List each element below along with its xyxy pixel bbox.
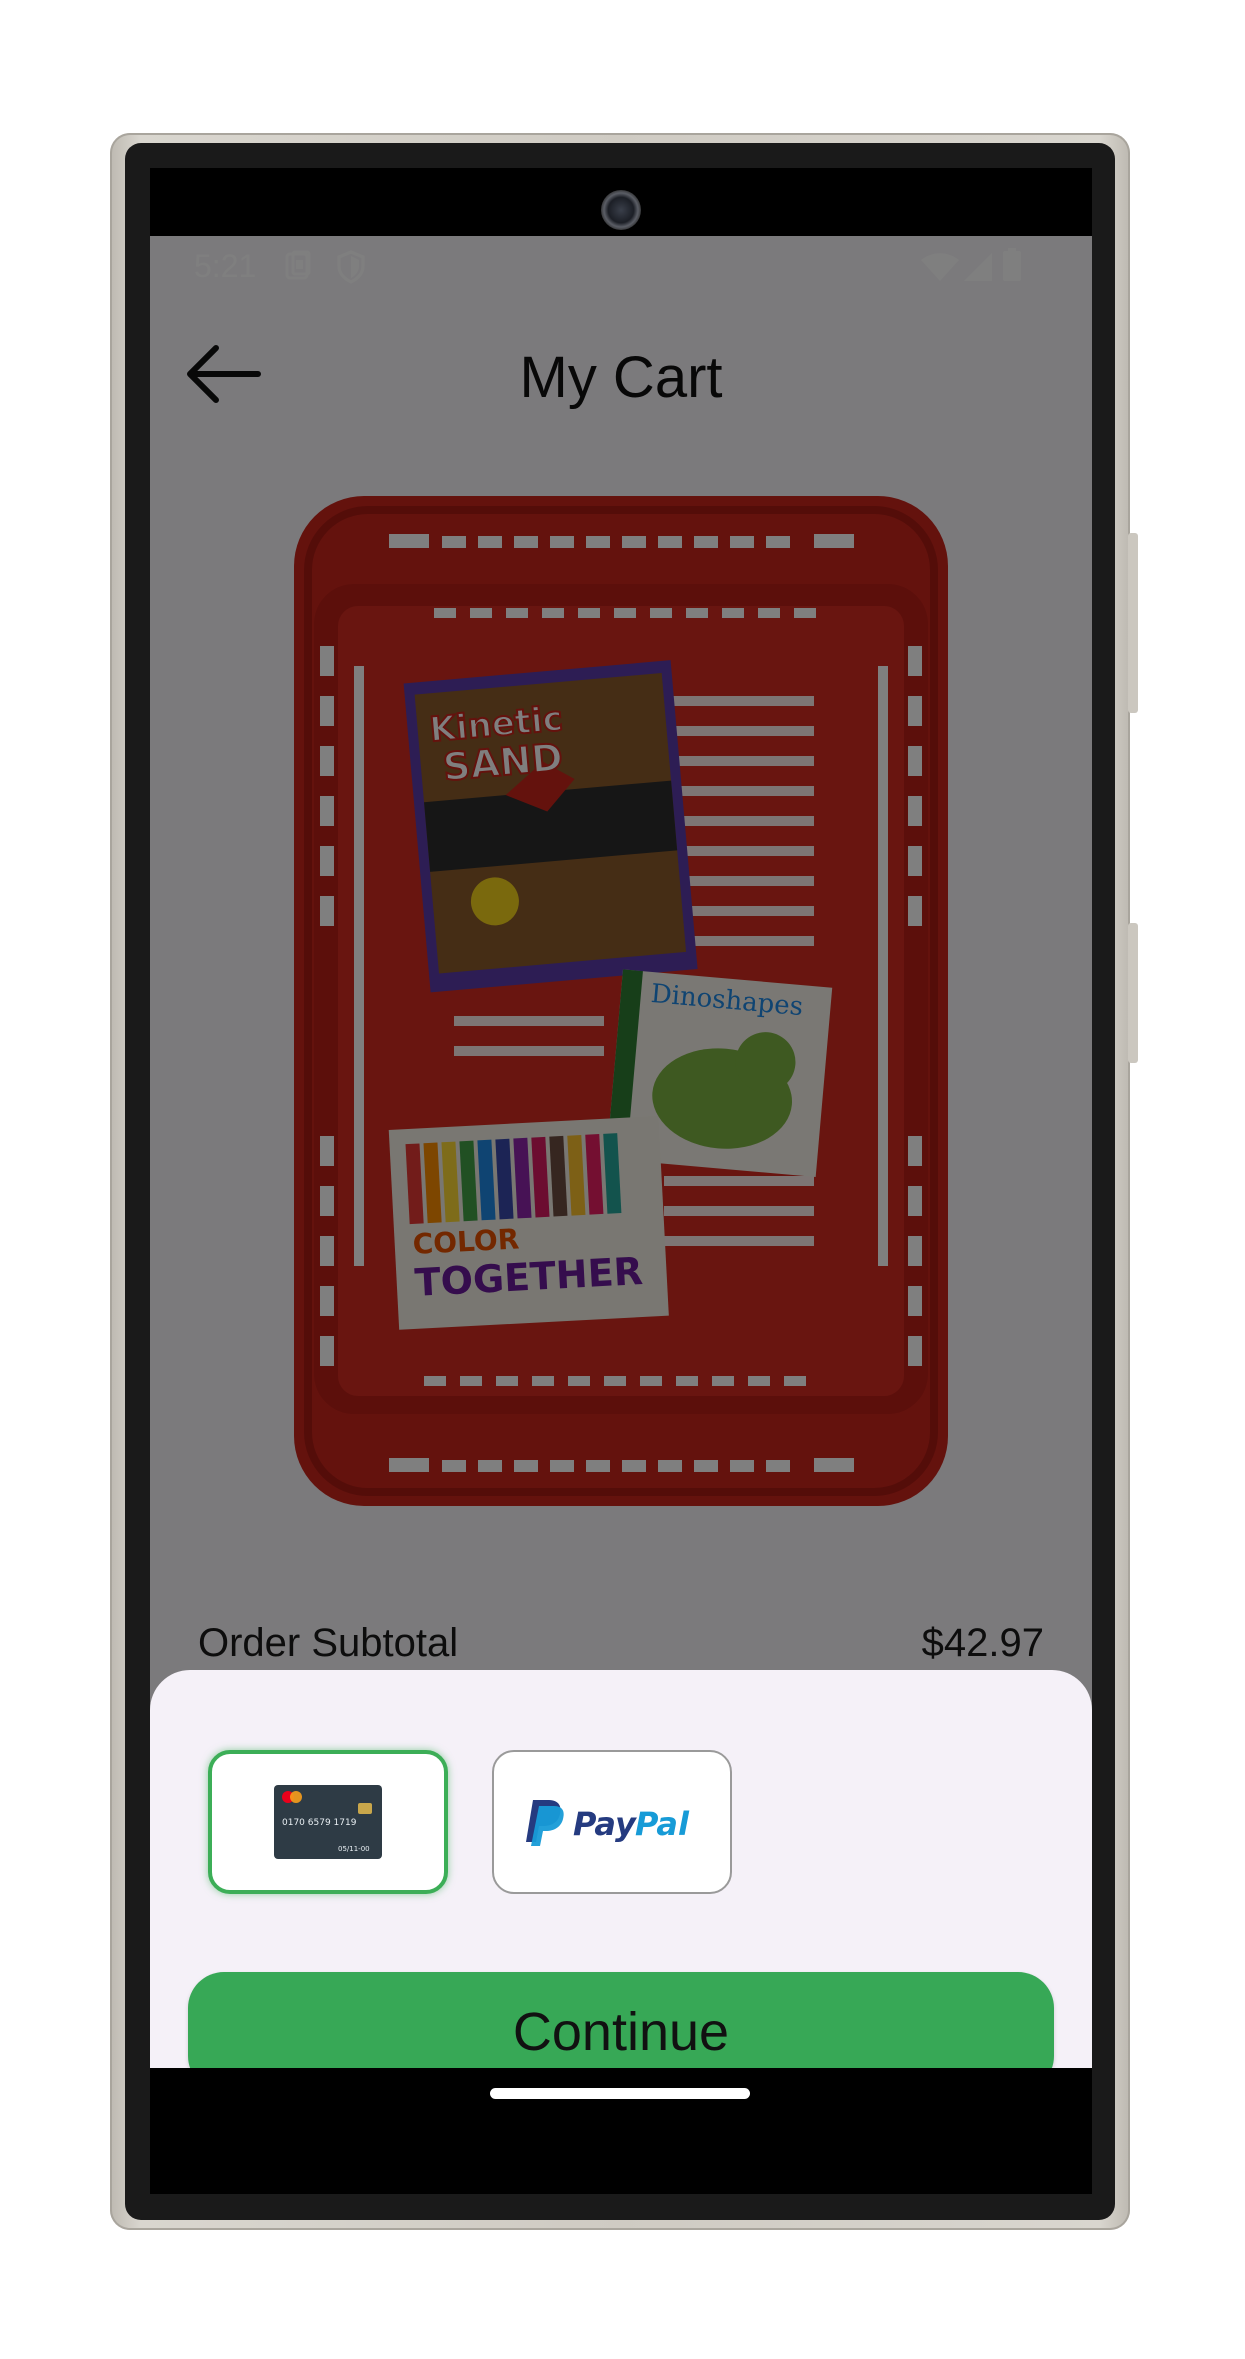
credit-card-icon: 0170 6579 1719 05/11-00 <box>274 1785 382 1859</box>
payment-option-card[interactable]: 0170 6579 1719 05/11-00 <box>208 1750 448 1894</box>
svg-text:Pal: Pal <box>635 1805 690 1843</box>
device-screen: 5:21 <box>150 168 1092 2194</box>
power-button <box>1128 533 1138 713</box>
cart-screen: 5:21 <box>150 236 1092 2136</box>
svg-text:0170 6579 1719: 0170 6579 1719 <box>282 1818 357 1828</box>
svg-text:Pay: Pay <box>573 1805 637 1843</box>
payment-bottom-sheet: 0170 6579 1719 05/11-00 Pay Pal Continue <box>150 1670 1092 2136</box>
volume-button <box>1128 923 1138 1063</box>
svg-text:05/11-00: 05/11-00 <box>338 1845 370 1853</box>
paypal-logo-icon: Pay Pal <box>526 1800 690 1846</box>
front-camera <box>601 190 641 230</box>
payment-option-paypal[interactable]: Pay Pal <box>492 1750 732 1894</box>
navigation-bar <box>150 2068 1092 2194</box>
home-indicator[interactable] <box>490 2088 750 2099</box>
